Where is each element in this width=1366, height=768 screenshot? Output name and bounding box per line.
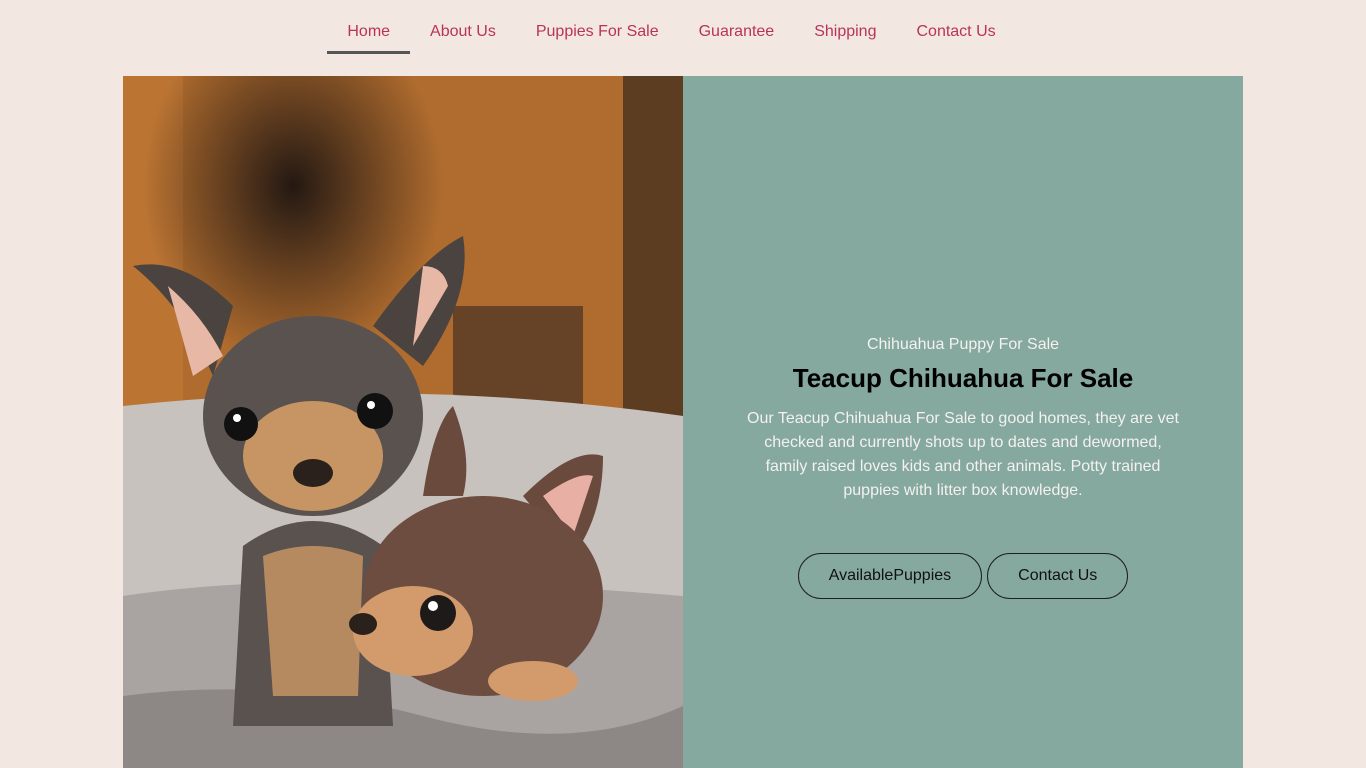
hero-eyebrow: Chihuahua Puppy For Sale xyxy=(866,336,1060,353)
hero-description: Our Teacup Chihuahua For Sale to good ho… xyxy=(747,410,1179,499)
nav-item-puppies-for-sale[interactable]: Puppies For Sale xyxy=(516,14,679,54)
hero-title: Teacup Chihuahua For Sale xyxy=(792,363,1134,393)
nav-item-shipping[interactable]: Shipping xyxy=(794,14,896,54)
nav-item-about-us[interactable]: About Us xyxy=(410,14,516,54)
nav-item-contact-us[interactable]: Contact Us xyxy=(896,14,1015,54)
nav-list: Home About Us Puppies For Sale Guarantee… xyxy=(327,14,1015,54)
puppies-photo xyxy=(123,76,683,768)
nav-item-guarantee[interactable]: Guarantee xyxy=(679,14,795,54)
contact-us-button[interactable]: Contact Us xyxy=(987,553,1129,599)
nav-item-home[interactable]: Home xyxy=(327,14,410,54)
main-nav: Home About Us Puppies For Sale Guarantee… xyxy=(0,0,1366,76)
hero-buttons: AvailablePuppies Contact Us xyxy=(797,553,1129,599)
puppies-illustration xyxy=(123,76,683,768)
hero-text-panel: Chihuahua Puppy For Sale Teacup Chihuahu… xyxy=(683,76,1243,768)
hero-section: Chihuahua Puppy For Sale Teacup Chihuahu… xyxy=(123,76,1243,768)
available-puppies-button[interactable]: AvailablePuppies xyxy=(797,553,983,599)
